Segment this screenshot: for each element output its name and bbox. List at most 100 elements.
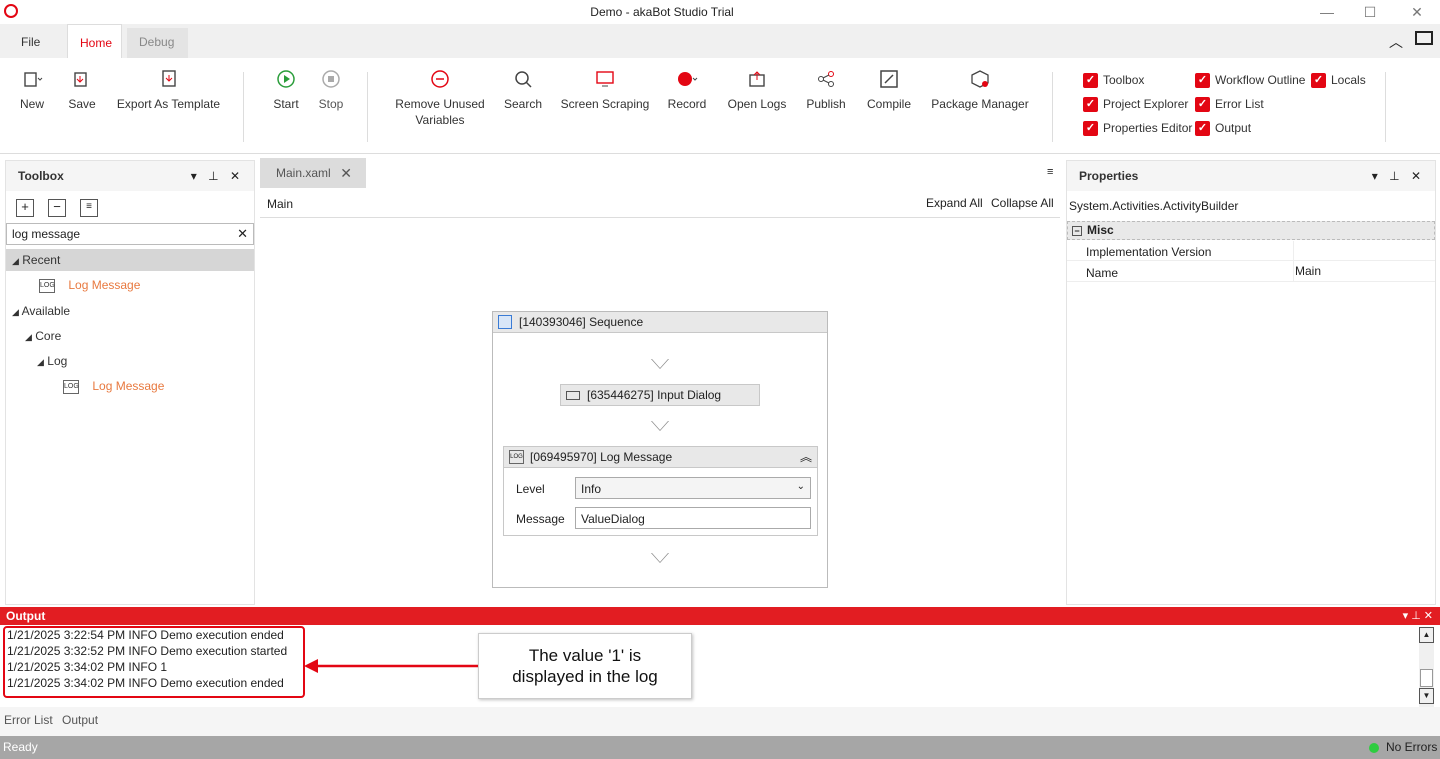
property-row[interactable]: Implementation Version [1067,241,1435,261]
publish-label: Publish [806,97,846,111]
layout-icon[interactable] [1415,31,1433,45]
screen-scraping-label: Screen Scraping [560,97,650,111]
properties-title: Properties [1079,169,1139,183]
tab-main-xaml[interactable]: Main.xaml ✕ [260,158,366,188]
scroll-down-icon[interactable]: ▼ [1419,688,1434,704]
log-message-label: Log Message [92,379,165,393]
publish-icon [818,71,834,87]
scroll-thumb[interactable] [1420,669,1433,687]
maximize-icon[interactable]: ☐ [1355,2,1385,22]
package-manager-button[interactable]: Package Manager [930,68,1030,112]
message-value: ValueDialog [581,512,645,526]
tree-core[interactable]: ◢ Core [25,325,61,347]
list-view-icon[interactable]: ≡ [80,199,98,217]
arrow-icon [304,659,480,673]
input-dialog-activity[interactable]: [635446275] Input Dialog [560,384,760,406]
expanded-arrow-icon: ◢ [37,357,44,367]
toolbox-search-value: log message [12,227,81,241]
close-tab-icon[interactable]: ✕ [340,158,352,188]
log-message-icon: LOG [63,379,79,394]
panel-controls[interactable]: ▾ ⊥ ✕ [1372,161,1425,191]
record-button[interactable]: Record [666,68,708,112]
tab-home[interactable]: Home [67,24,122,58]
search-button[interactable]: Search [502,68,544,112]
toggle-error-list-label: Error List [1215,97,1264,111]
scroll-up-icon[interactable]: ▲ [1419,627,1434,643]
sequence-icon [498,315,512,329]
tree-recent-log-message[interactable]: LOG Log Message [39,274,140,296]
callout-line-1: The value '1' is [528,646,642,665]
log-message-activity[interactable]: LOG [069495970] Log Message ︽ Level Info… [503,446,818,536]
toggle-error-list[interactable]: ✓ Error List [1195,95,1264,113]
column-divider [1293,241,1294,261]
message-input[interactable]: ValueDialog [575,507,811,529]
expanded-arrow-icon: ◢ [12,256,19,266]
remove-unused-variables-button[interactable]: Remove Unused Variables [392,68,488,128]
expanded-arrow-icon: ◢ [25,332,32,342]
toggle-locals[interactable]: ✓ Locals [1311,71,1366,89]
stop-icon [322,70,340,88]
tree-log-message[interactable]: LOG Log Message [63,375,164,397]
callout-line-2: displayed in the log [512,667,658,686]
open-logs-button[interactable]: Open Logs [726,68,788,112]
expand-all-icon[interactable]: + [16,199,34,217]
panel-controls[interactable]: ▾⊥✕ [1403,607,1436,625]
clear-search-icon[interactable]: ✕ [237,226,248,242]
tree-core-label: Core [35,329,62,343]
tree-recent[interactable]: ◢ Recent [6,249,254,271]
toggle-properties-editor[interactable]: ✓ Properties Editor [1083,119,1192,137]
close-window-icon[interactable]: ✕ [1402,2,1432,22]
panel-controls[interactable]: ▾ ⊥ ✕ [191,161,244,191]
property-row[interactable]: Name Main [1067,261,1435,282]
collapse-activity-icon[interactable]: ︽ [800,447,812,467]
misc-section[interactable]: − Misc [1067,221,1435,240]
tab-error-list[interactable]: Error List [4,713,53,727]
toggle-output[interactable]: ✓ Output [1195,119,1251,137]
minimize-icon[interactable]: — [1312,2,1342,22]
toggle-toolbox[interactable]: ✓ Toolbox [1083,71,1144,89]
ribbon-separator [1385,72,1386,142]
status-bar: Ready No Errors [0,736,1440,759]
tree-log[interactable]: ◢ Log [37,350,67,372]
output-panel: Output ▾⊥✕ 1/21/2025 3:22:54 PM INFO Dem… [0,607,1440,707]
log-message-header[interactable]: LOG [069495970] Log Message ︽ [504,447,817,468]
tree-available[interactable]: ◢ Available [12,300,70,322]
collapse-ribbon-icon[interactable]: ︿ [1389,32,1403,52]
annotation-callout: The value '1' is displayed in the log [478,633,692,699]
output-scrollbar[interactable]: ▲ ▼ [1419,627,1434,707]
package-icon [971,70,989,88]
compile-button[interactable]: Compile [865,68,913,112]
tab-menu-icon[interactable]: ≡ [1047,166,1053,178]
tab-output[interactable]: Output [62,713,98,727]
expand-all-button[interactable]: Expand All [926,196,983,210]
collapse-all-icon[interactable]: − [48,199,66,217]
output-title: Output [6,609,46,623]
toggle-workflow-outline[interactable]: ✓ Workflow Outline [1195,71,1305,89]
screen-scraping-button[interactable]: Screen Scraping [560,68,650,112]
sequence-activity[interactable]: [140393046] Sequence [635446275] Input D… [492,311,828,588]
new-button[interactable]: New [15,68,49,112]
start-icon [277,70,295,88]
toolbox-title: Toolbox [18,169,64,183]
export-template-label: Export As Template [116,97,221,111]
level-select[interactable]: Info ⌄ [575,477,811,499]
toolbox-search-input[interactable]: log message ✕ [6,223,254,245]
start-button[interactable]: Start [270,68,302,112]
properties-header: Properties ▾ ⊥ ✕ [1067,161,1435,191]
collapse-all-button[interactable]: Collapse All [991,196,1054,210]
publish-button[interactable]: Publish [804,68,848,112]
status-text: Ready [3,740,38,754]
stop-button[interactable]: Stop [316,68,346,112]
toggle-project-explorer[interactable]: ✓ Project Explorer [1083,95,1188,113]
export-template-button[interactable]: Export As Template [116,68,221,112]
save-button[interactable]: Save [65,68,99,112]
sequence-header[interactable]: [140393046] Sequence [493,312,827,333]
tab-debug[interactable]: Debug [127,28,188,58]
property-name: Implementation Version [1086,245,1212,259]
toggle-output-label: Output [1215,121,1252,135]
tab-file[interactable]: File [9,24,52,58]
section-collapse-icon[interactable]: − [1072,226,1082,236]
remove-unused-label-1: Remove Unused [395,97,485,111]
toggle-toolbox-label: Toolbox [1103,73,1145,87]
misc-section-label: Misc [1087,223,1114,237]
